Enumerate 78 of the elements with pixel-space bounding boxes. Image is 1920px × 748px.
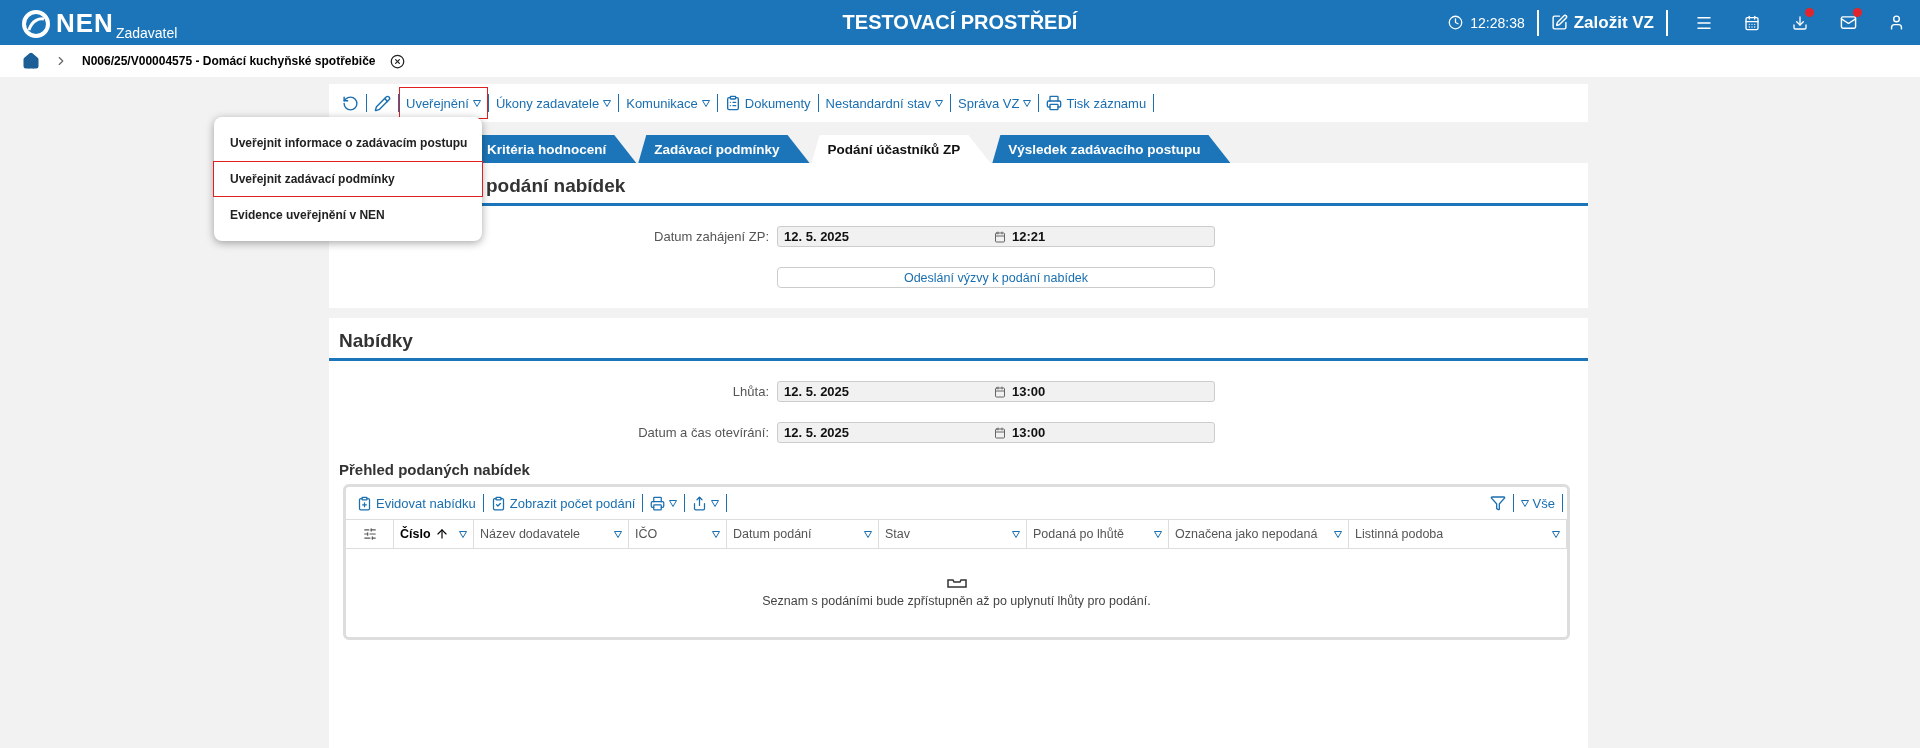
date-time-field[interactable]: 12. 5. 2025 12:21 — [777, 226, 1215, 247]
empty-tray-icon — [946, 578, 967, 588]
create-button[interactable]: Založit VZ — [1550, 12, 1654, 33]
caret-icon — [614, 530, 622, 538]
menu-item[interactable]: Uveřejnit zadávací podmínky — [213, 161, 483, 197]
column-header[interactable]: Stav — [879, 520, 1027, 548]
caret-icon — [935, 99, 944, 107]
logo-subtitle: Zadavatel — [115, 24, 178, 41]
date-time-field[interactable]: 12. 5. 2025 13:00 — [777, 422, 1215, 443]
subsection-heading: Přehled podaných nabídek — [338, 460, 531, 480]
empty-message: Seznam s podáními bude zpřístupněn až po uplynutí lhůty pro podání. — [762, 594, 1151, 608]
caret-icon — [1334, 530, 1342, 538]
download-icon — [1792, 14, 1808, 31]
caret-icon — [603, 99, 612, 107]
column-header[interactable]: Podaná po lhůtě — [1027, 520, 1169, 548]
notification-dot — [1853, 8, 1862, 17]
notification-dot — [1805, 8, 1814, 17]
column-header[interactable]: IČO — [629, 520, 727, 548]
caret-icon — [669, 499, 678, 507]
caret-icon — [1023, 99, 1032, 107]
calendar-icon — [994, 230, 1006, 243]
field-label: Datum zahájení ZP: — [654, 229, 769, 244]
toolbar-menu-button[interactable]: Tisk záznamu — [1039, 87, 1154, 119]
clock-icon — [1448, 15, 1464, 30]
field-label: Lhůta: — [732, 384, 769, 399]
table-toolbar-button[interactable]: Evidovat nabídku — [350, 487, 483, 519]
caret-icon — [459, 530, 467, 538]
clipboard-icon — [724, 95, 741, 111]
clipboard-icon — [490, 495, 506, 511]
column-header[interactable]: Název dodavatele — [474, 520, 629, 548]
section-heading: Nabídky — [329, 318, 1588, 361]
tab[interactable]: Zadávací podmínky — [638, 135, 810, 163]
column-header[interactable]: Číslo — [394, 520, 474, 548]
column-header[interactable]: Datum podání — [727, 520, 879, 548]
mail-icon — [1839, 14, 1857, 31]
column-header[interactable]: Označena jako nepodaná — [1169, 520, 1349, 548]
clipboard-icon — [357, 495, 372, 511]
tab[interactable]: Výsledek zadávacího postupu — [992, 135, 1231, 163]
send-invitation-button[interactable]: Odeslání výzvy k podání nabídek — [777, 267, 1215, 288]
column-header[interactable]: Listinná podoba — [1349, 520, 1567, 548]
toolbar-menu-button[interactable]: Nestandardní stav — [818, 87, 951, 119]
filter-icon — [1489, 495, 1506, 511]
edit-icon — [1550, 14, 1568, 31]
caret-icon — [1154, 530, 1162, 538]
toolbar-menu-button[interactable]: Dokumenty — [717, 87, 818, 119]
tab[interactable]: Podání účastníků ZP — [811, 135, 991, 163]
calendar-icon — [994, 426, 1006, 439]
home-icon[interactable] — [22, 52, 40, 70]
caret-icon — [864, 530, 872, 538]
pencil-icon — [374, 94, 391, 112]
caret-icon — [711, 499, 720, 507]
calendar-icon — [1744, 14, 1760, 31]
printer-icon — [650, 495, 666, 511]
table-toolbar-button[interactable]: Zobrazit počet podání — [483, 487, 643, 519]
field-label: Datum a čas otevírání: — [638, 425, 769, 440]
caret-icon — [701, 99, 710, 107]
logo-text: NEN — [56, 7, 114, 38]
breadcrumb-title: N006/25/V00004575 - Domácí kuchyňské spotřebiče — [82, 54, 376, 68]
share-icon — [692, 495, 708, 511]
logo-icon — [22, 9, 50, 38]
view-dropdown[interactable]: Vše — [1513, 487, 1562, 519]
date-time-field[interactable]: 12. 5. 2025 13:00 — [777, 381, 1215, 402]
printer-icon — [1046, 95, 1063, 111]
toolbar-menu-button[interactable]: Správa VZ — [951, 87, 1039, 119]
environment-title: TESTOVACÍ PROSTŘEDÍ — [842, 11, 1078, 34]
clock-time: 12:28:38 — [1470, 14, 1525, 31]
toolbar-menu-button[interactable]: Komunikace — [619, 87, 717, 119]
calendar-icon — [994, 385, 1006, 398]
toolbar-menu-button[interactable]: Úkony zadavatele — [488, 87, 619, 119]
caret-icon — [1012, 530, 1020, 538]
caret-icon — [712, 530, 720, 538]
sliders-icon — [362, 527, 377, 541]
refresh-icon — [342, 94, 359, 112]
caret-icon — [472, 99, 481, 107]
menu-item[interactable]: Evidence uveřejnění v NEN — [213, 197, 483, 233]
caret-icon — [1552, 530, 1560, 538]
caret-icon — [1520, 499, 1529, 507]
close-icon[interactable] — [389, 53, 405, 69]
